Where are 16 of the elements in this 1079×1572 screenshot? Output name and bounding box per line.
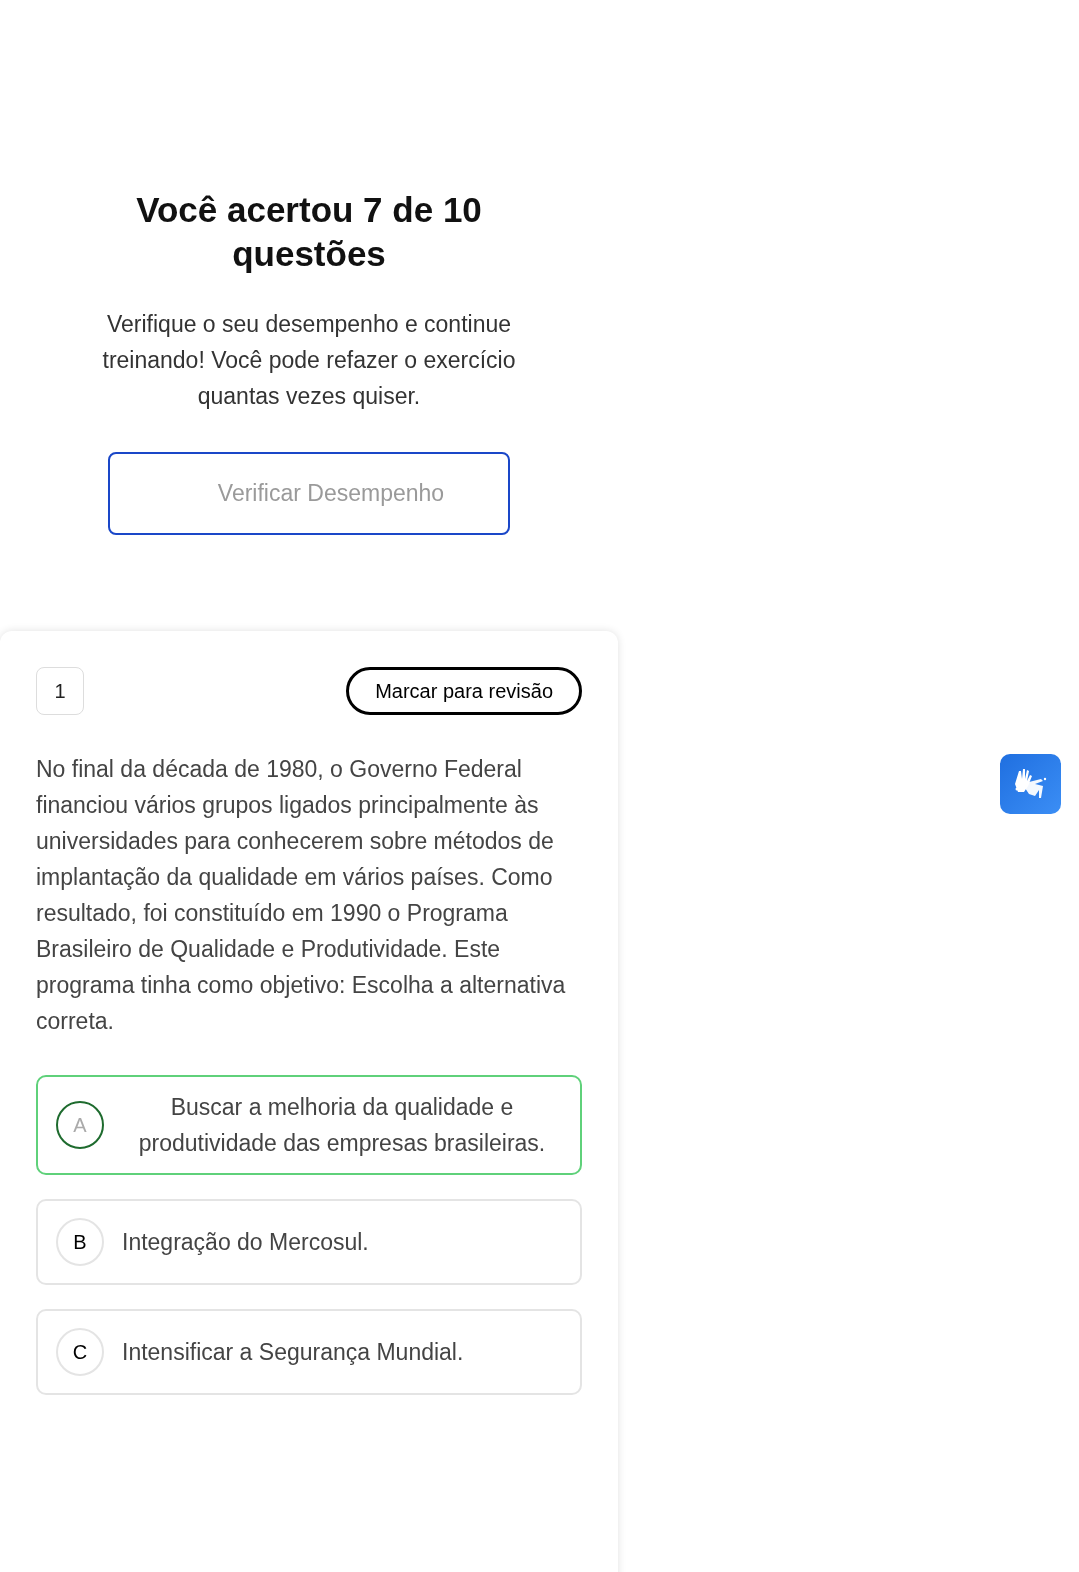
result-message: Verifique o seu desempenho e continue treinando! Você pode refazer o exercício quantas vezes quiser. (101, 310, 517, 411)
option-text: Buscar a melhoria da qualidade e produtividade das empresas brasileiras. (137, 1093, 547, 1158)
sign-language-button[interactable] (1000, 754, 1061, 814)
question-number: 1 (36, 667, 84, 715)
hands-icon (1012, 767, 1049, 801)
question-text: No final da década de 1980, o Governo Federal financiou vários grupos ligados principalmente às universidades para conhecerem sobre métodos de implantação da qualidade em vários países. Como resultado, foi constituído em 1990 o Programa Brasileiro de Qualidade e Produtividade. Este programa tinha como objetivo: Escolha a alternativa correta. (36, 755, 567, 1036)
option-letter: A (56, 1101, 104, 1149)
option-letter: C (56, 1328, 104, 1376)
option-text: Intensificar a Segurança Mundial. (122, 1338, 465, 1367)
answer-option[interactable]: C Intensificar a Segurança Mundial. (36, 1309, 582, 1395)
answer-option[interactable]: B Integração do Mercosul. (36, 1199, 582, 1285)
option-letter: B (56, 1218, 104, 1266)
result-title: Você acertou 7 de 10 questões (135, 189, 483, 275)
answer-option[interactable]: A Buscar a melhoria da qualidade e produtividade das empresas brasileiras. (36, 1075, 582, 1175)
mark-for-review-button[interactable]: Marcar para revisão (346, 667, 582, 715)
option-text: Integração do Mercosul. (122, 1228, 370, 1257)
